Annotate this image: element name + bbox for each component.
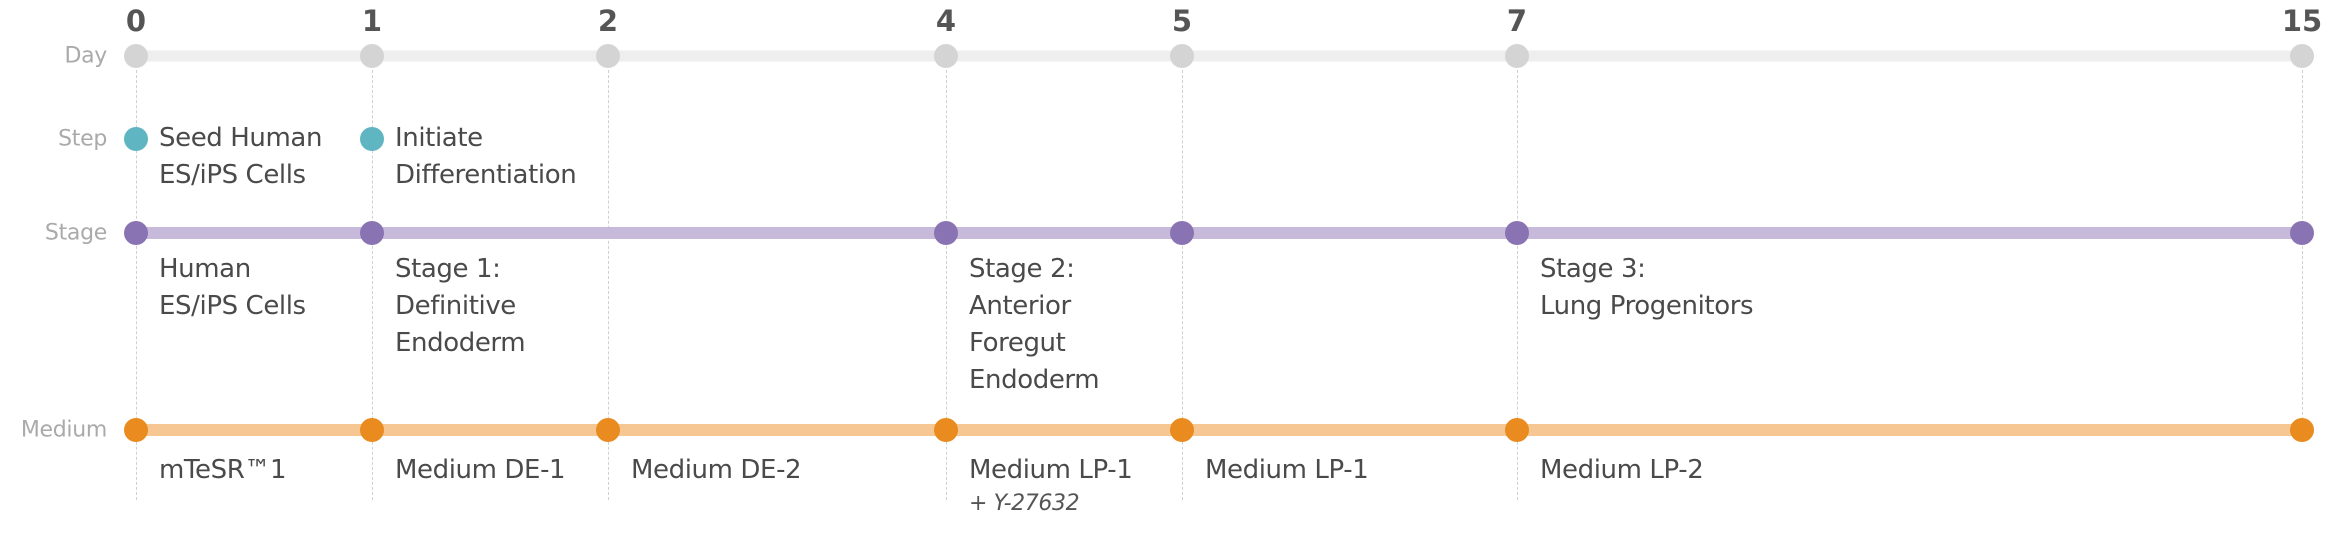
stage-marker (2290, 221, 2314, 245)
stage-label-line: Definitive (395, 291, 516, 321)
medium-marker (596, 418, 620, 442)
medium-label-text: Medium LP-1 (1205, 455, 1369, 485)
step-marker (124, 127, 148, 151)
medium-track (136, 424, 2302, 436)
stage-label-line: ES/iPS Cells (159, 291, 306, 321)
day-gridline (2302, 60, 2303, 430)
medium-label-text: Medium LP-2 (1540, 455, 1704, 485)
stage-label: Stage 2: Anterior Foregut Endoderm (969, 251, 1100, 399)
stage-marker (1170, 221, 1194, 245)
stage-marker (124, 221, 148, 245)
step-label-line: Initiate (395, 123, 483, 153)
medium-marker (1170, 418, 1194, 442)
step-marker (360, 127, 384, 151)
stage-label: Stage 1: Definitive Endoderm (395, 251, 526, 362)
day-marker (934, 44, 958, 68)
day-number: 0 (125, 4, 147, 38)
day-marker (2290, 44, 2314, 68)
stage-marker (1505, 221, 1529, 245)
step-label: Initiate Differentiation (395, 120, 577, 194)
day-marker (1170, 44, 1194, 68)
medium-marker (934, 418, 958, 442)
stage-label-line: Endoderm (969, 365, 1100, 395)
stage-label-line: Lung Progenitors (1540, 291, 1754, 321)
medium-label: Medium DE-1 (395, 452, 566, 489)
medium-label-text: Medium DE-2 (631, 455, 802, 485)
stage-label-line: Anterior (969, 291, 1071, 321)
stage-label-line: Human (159, 254, 251, 284)
medium-marker (1505, 418, 1529, 442)
stage-label-line: Stage 2: (969, 254, 1075, 284)
stage-label-line: Endoderm (395, 328, 526, 358)
stage-track (136, 227, 2302, 239)
day-number: 1 (361, 4, 383, 38)
row-label-day: Day (64, 43, 107, 69)
stage-marker (934, 221, 958, 245)
differentiation-timeline: Day Step Stage Medium 0 1 2 4 5 7 15 Seed Human… (0, 0, 2334, 537)
medium-label-text: mTeSR™1 (159, 455, 287, 485)
stage-label-line: Stage 1: (395, 254, 501, 284)
medium-marker (124, 418, 148, 442)
day-marker (1505, 44, 1529, 68)
day-number: 15 (2281, 4, 2323, 38)
medium-label: Medium DE-2 (631, 452, 802, 489)
medium-label: Medium LP-1 + Y-27632 (969, 452, 1133, 519)
stage-label: Human ES/iPS Cells (159, 251, 306, 325)
day-number: 7 (1506, 4, 1528, 38)
medium-marker (2290, 418, 2314, 442)
medium-label-text: Medium LP-1 (969, 455, 1133, 485)
medium-label: Medium LP-1 (1205, 452, 1369, 489)
stage-marker (360, 221, 384, 245)
medium-label: Medium LP-2 (1540, 452, 1704, 489)
step-label-line: ES/iPS Cells (159, 160, 306, 190)
day-number: 4 (935, 4, 957, 38)
day-marker (124, 44, 148, 68)
medium-supplement-note: + Y-27632 (969, 491, 1080, 516)
stage-label-line: Foregut (969, 328, 1066, 358)
row-label-step: Step (58, 126, 107, 152)
day-track (136, 50, 2302, 62)
row-label-stage: Stage (44, 220, 107, 246)
medium-label-text: Medium DE-1 (395, 455, 566, 485)
stage-label: Stage 3: Lung Progenitors (1540, 251, 1754, 325)
medium-label: mTeSR™1 (159, 452, 287, 489)
step-label-line: Differentiation (395, 160, 577, 190)
row-label-medium: Medium (20, 417, 107, 443)
day-number: 5 (1171, 4, 1193, 38)
medium-marker (360, 418, 384, 442)
step-label-line: Seed Human (159, 123, 323, 153)
day-number: 2 (597, 4, 619, 38)
day-marker (596, 44, 620, 68)
day-marker (360, 44, 384, 68)
stage-label-line: Stage 3: (1540, 254, 1646, 284)
step-label: Seed Human ES/iPS Cells (159, 120, 322, 194)
